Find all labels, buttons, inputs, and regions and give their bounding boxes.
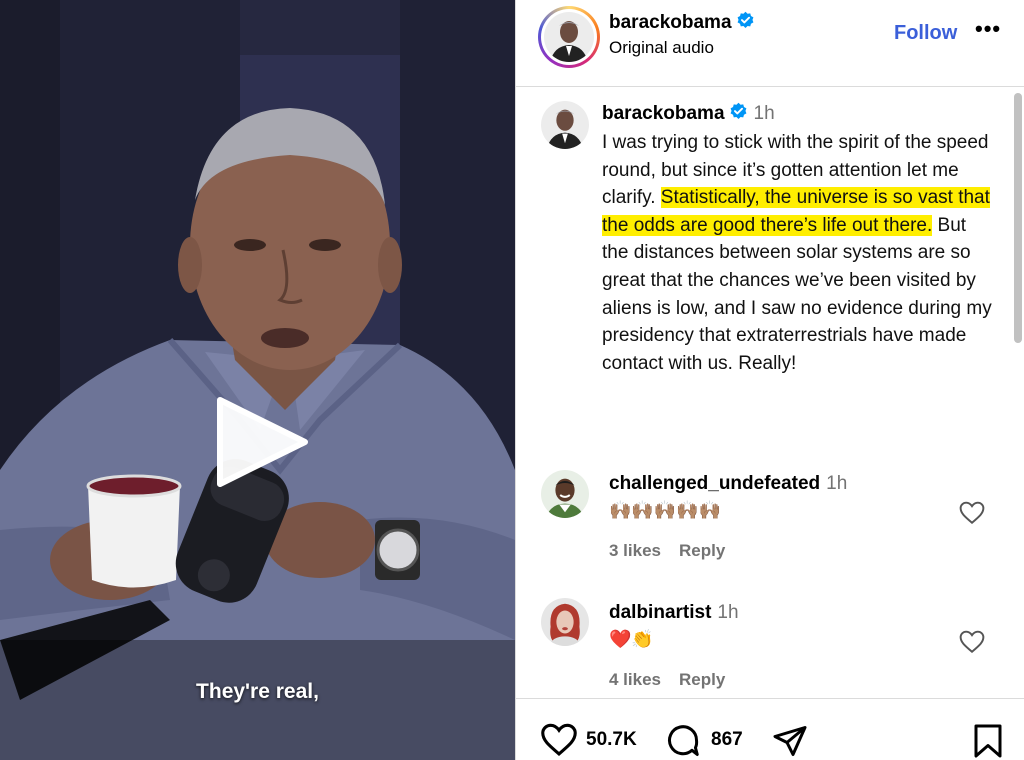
comment-likes[interactable]: 3 likes	[609, 541, 661, 560]
like-button[interactable]	[540, 723, 578, 760]
comment-icon	[668, 725, 699, 756]
avatar-image	[541, 598, 589, 646]
comment-meta: 4 likes Reply	[609, 670, 743, 690]
verified-badge-icon	[737, 11, 753, 28]
caption-time: 1h	[753, 103, 775, 124]
comment-likes[interactable]: 4 likes	[609, 670, 661, 689]
avatar-image	[541, 101, 589, 149]
author-username-row[interactable]: barackobama	[609, 11, 755, 34]
play-button[interactable]	[210, 392, 310, 492]
post-header: barackobama Original audio Follow •••	[516, 0, 1024, 87]
bookmark-icon	[974, 724, 1002, 758]
comment-header: challenged_undefeated 1h	[609, 473, 847, 495]
caption-text-part2: But the distances between solar systems …	[602, 214, 992, 374]
share-icon	[773, 726, 807, 756]
commenter-avatar[interactable]	[541, 470, 589, 518]
comments-section[interactable]: barackobama 1h I was trying to stick with…	[516, 88, 1024, 698]
caption-text: I was trying to stick with the spirit of…	[602, 129, 997, 377]
caption-header: barackobama 1h	[602, 102, 775, 125]
comment-text: ❤️👏	[609, 629, 654, 649]
heart-icon	[959, 630, 985, 654]
comment-like-button[interactable]	[959, 501, 985, 530]
comment-count[interactable]: 867	[711, 729, 743, 751]
video-frame	[0, 0, 515, 760]
caption-username[interactable]: barackobama	[602, 103, 725, 124]
heart-icon	[541, 723, 577, 756]
follow-button[interactable]: Follow	[894, 22, 957, 45]
action-bar: 50.7K 867	[516, 698, 1024, 760]
avatar-image	[544, 12, 594, 62]
like-count[interactable]: 50.7K	[586, 729, 637, 751]
comment-button[interactable]	[665, 723, 701, 760]
heart-icon	[959, 501, 985, 525]
avatar-image	[541, 470, 589, 518]
video-player[interactable]: They're real,	[0, 0, 515, 760]
commenter-avatar[interactable]	[541, 598, 589, 646]
comment-like-button[interactable]	[959, 630, 985, 659]
share-button[interactable]	[772, 723, 808, 760]
comment-reply-button[interactable]: Reply	[679, 670, 725, 689]
post-panel: barackobama Original audio Follow ••• ba…	[515, 0, 1024, 760]
video-subtitle: They're real,	[196, 680, 319, 703]
comment-time: 1h	[717, 602, 739, 623]
comment-reply-button[interactable]: Reply	[679, 541, 725, 560]
caption-avatar[interactable]	[541, 101, 589, 149]
save-button[interactable]	[972, 723, 1004, 760]
comment-time: 1h	[826, 473, 848, 494]
comment-username[interactable]: dalbinartist	[609, 602, 711, 623]
comment-text: 🙌🏽🙌🏽🙌🏽🙌🏽🙌🏽	[609, 500, 722, 520]
audio-label[interactable]: Original audio	[609, 38, 714, 58]
comment-meta: 3 likes Reply	[609, 541, 743, 561]
author-avatar[interactable]	[538, 6, 600, 68]
verified-badge-icon	[730, 102, 746, 119]
comment-header: dalbinartist 1h	[609, 602, 739, 624]
more-options-icon[interactable]: •••	[975, 16, 1001, 42]
comment-username[interactable]: challenged_undefeated	[609, 473, 820, 494]
author-username[interactable]: barackobama	[609, 12, 732, 33]
scrollbar[interactable]	[1014, 93, 1022, 343]
play-icon	[217, 397, 308, 487]
